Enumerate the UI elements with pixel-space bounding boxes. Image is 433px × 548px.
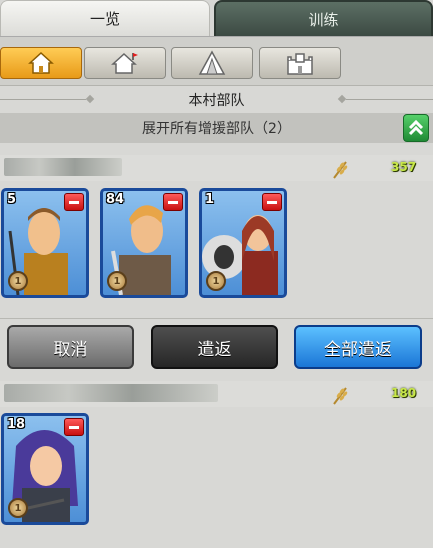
- unit-card-4[interactable]: 18 1: [1, 413, 89, 525]
- rank-badge: 1: [8, 498, 28, 518]
- remove-icon[interactable]: [64, 193, 84, 211]
- return-button[interactable]: 遣返: [151, 325, 278, 369]
- player-name-blurred: [4, 384, 218, 402]
- group-2-count: 180: [391, 386, 417, 400]
- expand-reinforcements-bar[interactable]: 展开所有增援部队（2）: [0, 113, 433, 143]
- unit-level: 5: [7, 192, 17, 207]
- tab-overview[interactable]: 一览: [0, 0, 210, 36]
- return-label: 遣返: [197, 339, 232, 360]
- unit-card-3[interactable]: 1 1: [199, 188, 287, 298]
- unit-card-1[interactable]: 5 1: [1, 188, 89, 298]
- section-title: 本村部队: [188, 93, 245, 109]
- cancel-label: 取消: [53, 339, 88, 360]
- rank-badge: 1: [8, 271, 28, 291]
- expand-button[interactable]: [403, 114, 429, 142]
- divider: [0, 318, 433, 319]
- rank-badge: 1: [206, 271, 226, 291]
- filter-tab-village[interactable]: [0, 47, 82, 79]
- group-1-count: 357: [391, 160, 417, 174]
- tent-icon: [198, 50, 226, 75]
- remove-icon[interactable]: [163, 193, 183, 211]
- player-name-blurred: [4, 158, 122, 176]
- unit-card-2[interactable]: 84 1: [100, 188, 188, 298]
- castle-icon: [287, 53, 313, 75]
- house-icon: [28, 51, 54, 74]
- rank-badge: 1: [107, 271, 127, 291]
- double-chevron-up-icon: [408, 119, 424, 136]
- filter-tab-camp[interactable]: [171, 47, 253, 79]
- return-all-label: 全部遣返: [324, 339, 392, 360]
- wheat-icon: [330, 158, 352, 184]
- unit-level: 1: [205, 192, 215, 207]
- tab-training[interactable]: 训练: [214, 0, 433, 36]
- house-flag-icon: [111, 52, 138, 74]
- filter-tab-castle[interactable]: [259, 47, 341, 79]
- filter-tab-reinforcements[interactable]: [84, 47, 166, 79]
- remove-icon[interactable]: [64, 418, 84, 436]
- cancel-button[interactable]: 取消: [7, 325, 134, 369]
- remove-icon[interactable]: [262, 193, 282, 211]
- return-all-button[interactable]: 全部遣返: [294, 325, 422, 369]
- wheat-icon: [330, 384, 352, 410]
- expand-label: 展开所有增援部队（2）: [142, 121, 291, 137]
- unit-level: 84: [106, 192, 125, 207]
- unit-level: 18: [7, 417, 26, 432]
- tab-training-label: 训练: [308, 10, 339, 29]
- tab-overview-label: 一览: [89, 10, 120, 28]
